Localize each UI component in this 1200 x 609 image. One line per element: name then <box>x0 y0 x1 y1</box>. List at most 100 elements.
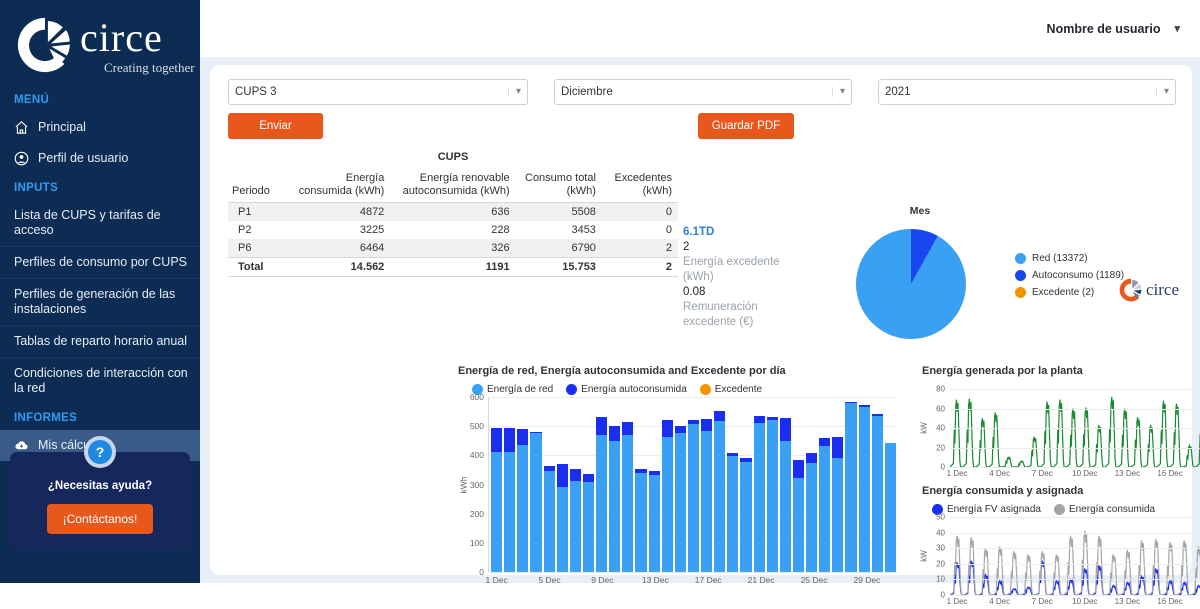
legend-item-energia-red[interactable]: Energía de red <box>472 384 553 395</box>
bar-column[interactable] <box>609 426 620 572</box>
col-energia-consumida: Energía consumida (kWh) <box>288 172 391 203</box>
bar-column[interactable] <box>570 469 581 572</box>
user-menu[interactable]: Nombre de usuario ▾ <box>1047 22 1180 36</box>
sidebar-item-principal[interactable]: Principal <box>0 112 200 143</box>
legend-item-excedente[interactable]: Excedente (2) <box>1015 287 1124 298</box>
legend-item-fv-asignada[interactable]: Energía FV asignada <box>932 504 1041 515</box>
bar-segment-red <box>688 424 699 572</box>
bar-column[interactable] <box>793 460 804 572</box>
bar-column[interactable] <box>662 420 673 572</box>
bar-column[interactable] <box>688 420 699 572</box>
y-tick-label: 0 <box>941 591 945 600</box>
legend-item-energia-consumida[interactable]: Energía consumida <box>1054 504 1155 515</box>
cell-autoconsumida: 326 <box>390 239 515 258</box>
chevron-down-icon[interactable]: ▾ <box>1156 87 1169 97</box>
bar-column[interactable] <box>557 464 568 572</box>
cell-consumida: 3225 <box>288 221 391 239</box>
x-tick-label: 29 Dec <box>853 575 880 585</box>
legend-label: Red (13372) <box>1032 253 1088 264</box>
bar-column[interactable] <box>885 443 896 572</box>
sidebar-item-perfiles-consumo[interactable]: Perfiles de consumo por CUPS <box>0 246 200 278</box>
bar-column[interactable] <box>635 469 646 572</box>
cups-select[interactable]: CUPS 3 ▾ <box>228 79 528 105</box>
cell-periodo: Total <box>228 258 288 277</box>
bar-segment-red <box>806 463 817 572</box>
chevron-down-icon[interactable]: ▾ <box>832 87 845 97</box>
sidebar-item-condiciones-red[interactable]: Condiciones de interacción con la red <box>0 357 200 404</box>
submit-button[interactable]: Enviar <box>228 113 323 139</box>
save-pdf-button[interactable]: Guardar PDF <box>698 113 794 139</box>
legend-item-autoconsumida[interactable]: Energía autoconsumida <box>566 384 687 395</box>
bar-column[interactable] <box>517 429 528 572</box>
month-select[interactable]: Diciembre ▾ <box>554 79 852 105</box>
bar-column[interactable] <box>596 417 607 572</box>
bar-column[interactable] <box>767 417 778 572</box>
cell-total: 6790 <box>516 239 602 258</box>
cell-consumida: 4872 <box>288 203 391 222</box>
bar-column[interactable] <box>583 474 594 572</box>
pie-chart <box>856 229 966 339</box>
bar-column[interactable] <box>806 453 817 572</box>
col-periodo: Periodo <box>228 172 288 203</box>
bar-segment-red <box>609 441 620 572</box>
consumption-line-chart: Energía consumida y asignada Energía FV … <box>922 485 1200 609</box>
chevron-down-icon[interactable]: ▾ <box>1174 22 1180 35</box>
bar-column[interactable] <box>832 437 843 572</box>
x-tick-label: 13 Dec <box>642 575 669 585</box>
gridline <box>950 428 1200 429</box>
x-tick-label: 5 Dec <box>538 575 560 585</box>
x-tick-label: 7 Dec <box>1032 469 1053 478</box>
legend-item-red[interactable]: Red (13372) <box>1015 253 1124 264</box>
bar-column[interactable] <box>845 402 856 572</box>
bar-column[interactable] <box>754 416 765 572</box>
bar-column[interactable] <box>872 414 883 572</box>
legend-item-autoconsumo[interactable]: Autoconsumo (1189) <box>1015 270 1124 281</box>
year-select-value: 2021 <box>885 86 1156 98</box>
bar-chart-legend: Energía de red Energía autoconsumida Exc… <box>472 384 898 395</box>
bar-segment-autoconsumida <box>596 417 607 435</box>
tariff-label: 6.1TD <box>683 225 793 240</box>
bar-column[interactable] <box>622 422 633 572</box>
bar-column[interactable] <box>727 453 738 572</box>
bar-segment-autoconsumida <box>662 420 673 437</box>
gridline <box>950 409 1200 410</box>
bar-column[interactable] <box>701 419 712 572</box>
legend-label: Energía autoconsumida <box>581 384 687 395</box>
bar-segment-red <box>832 458 843 572</box>
bar-segment-autoconsumida <box>609 426 620 441</box>
sidebar-item-tablas-reparto[interactable]: Tablas de reparto horario anual <box>0 325 200 357</box>
bar-column[interactable] <box>504 428 515 572</box>
bar-column[interactable] <box>675 426 686 572</box>
sidebar-item-perfiles-generacion[interactable]: Perfiles de generación de las instalacio… <box>0 278 200 325</box>
bar-column[interactable] <box>714 411 725 572</box>
bar-column[interactable] <box>544 466 555 572</box>
sidebar-section-menu: MENÚ <box>0 86 200 112</box>
sidebar-item-lista-cups[interactable]: Lista de CUPS y tarifas de acceso <box>0 200 200 246</box>
chevron-down-icon[interactable]: ▾ <box>508 87 521 97</box>
bar-segment-red <box>793 478 804 572</box>
circe-pie-logo-icon <box>14 14 76 76</box>
bar-column[interactable] <box>859 405 870 572</box>
bar-segment-autoconsumida <box>491 428 502 452</box>
contact-button[interactable]: ¡Contáctanos! <box>47 504 154 534</box>
bar-column[interactable] <box>740 458 751 572</box>
gridline <box>950 548 1200 549</box>
bar-column[interactable] <box>530 432 541 572</box>
sidebar-section-inputs: INPUTS <box>0 174 200 200</box>
bar-column[interactable] <box>780 418 791 572</box>
main-area: Nombre de usuario ▾ CUPS 3 ▾ Diciembre ▾ <box>200 0 1200 583</box>
x-tick-label: 9 Dec <box>591 575 613 585</box>
action-row: Enviar Guardar PDF <box>228 113 1176 141</box>
brand-logo[interactable]: circe Creating together <box>0 0 200 86</box>
remuneracion-value: 0.08 <box>683 285 793 300</box>
x-tick-label: 21 Dec <box>748 575 775 585</box>
bar-column[interactable] <box>649 471 660 572</box>
sidebar-item-perfil-usuario[interactable]: Perfil de usuario <box>0 143 200 174</box>
legend-label: Excedente <box>715 384 762 395</box>
year-select[interactable]: 2021 ▾ <box>878 79 1176 105</box>
sidebar-item-label: Perfil de usuario <box>38 151 128 166</box>
bar-column[interactable] <box>819 438 830 572</box>
bar-column[interactable] <box>491 428 502 572</box>
y-tick-label: 80 <box>936 385 945 394</box>
legend-item-excedente[interactable]: Excedente <box>700 384 762 395</box>
